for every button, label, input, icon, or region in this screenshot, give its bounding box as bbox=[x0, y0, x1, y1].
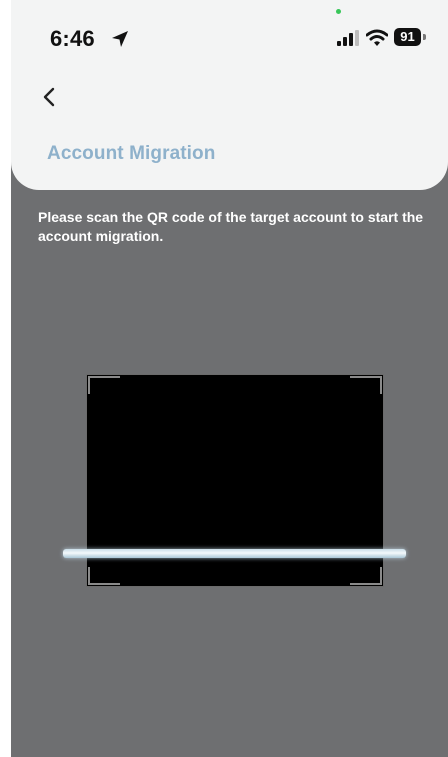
viewfinder-corner-bottom-right bbox=[350, 567, 382, 585]
viewfinder-corner-bottom-left bbox=[88, 567, 120, 585]
scan-line bbox=[63, 549, 406, 558]
page-title: Account Migration bbox=[47, 143, 216, 164]
cellular-signal-icon bbox=[337, 30, 359, 46]
viewfinder-corner-top-right bbox=[350, 376, 382, 394]
header-panel: 6:46 91 Account Migration bbox=[11, 0, 448, 190]
battery-tip bbox=[423, 34, 426, 40]
viewfinder-corner-top-left bbox=[88, 376, 120, 394]
status-bar: 6:46 91 bbox=[11, 0, 448, 70]
privacy-indicator-dot bbox=[336, 9, 341, 14]
wifi-icon bbox=[366, 29, 388, 46]
status-time: 6:46 bbox=[50, 26, 95, 51]
chevron-left-icon bbox=[43, 87, 55, 107]
scan-instruction-text: Please scan the QR code of the target ac… bbox=[38, 209, 424, 244]
back-button[interactable] bbox=[34, 82, 64, 112]
battery-level: 91 bbox=[394, 28, 421, 46]
location-arrow-icon bbox=[112, 31, 128, 47]
account-migration-screen: 6:46 91 Account Migration Please scan th… bbox=[0, 0, 448, 757]
battery-icon: 91 bbox=[394, 28, 428, 48]
